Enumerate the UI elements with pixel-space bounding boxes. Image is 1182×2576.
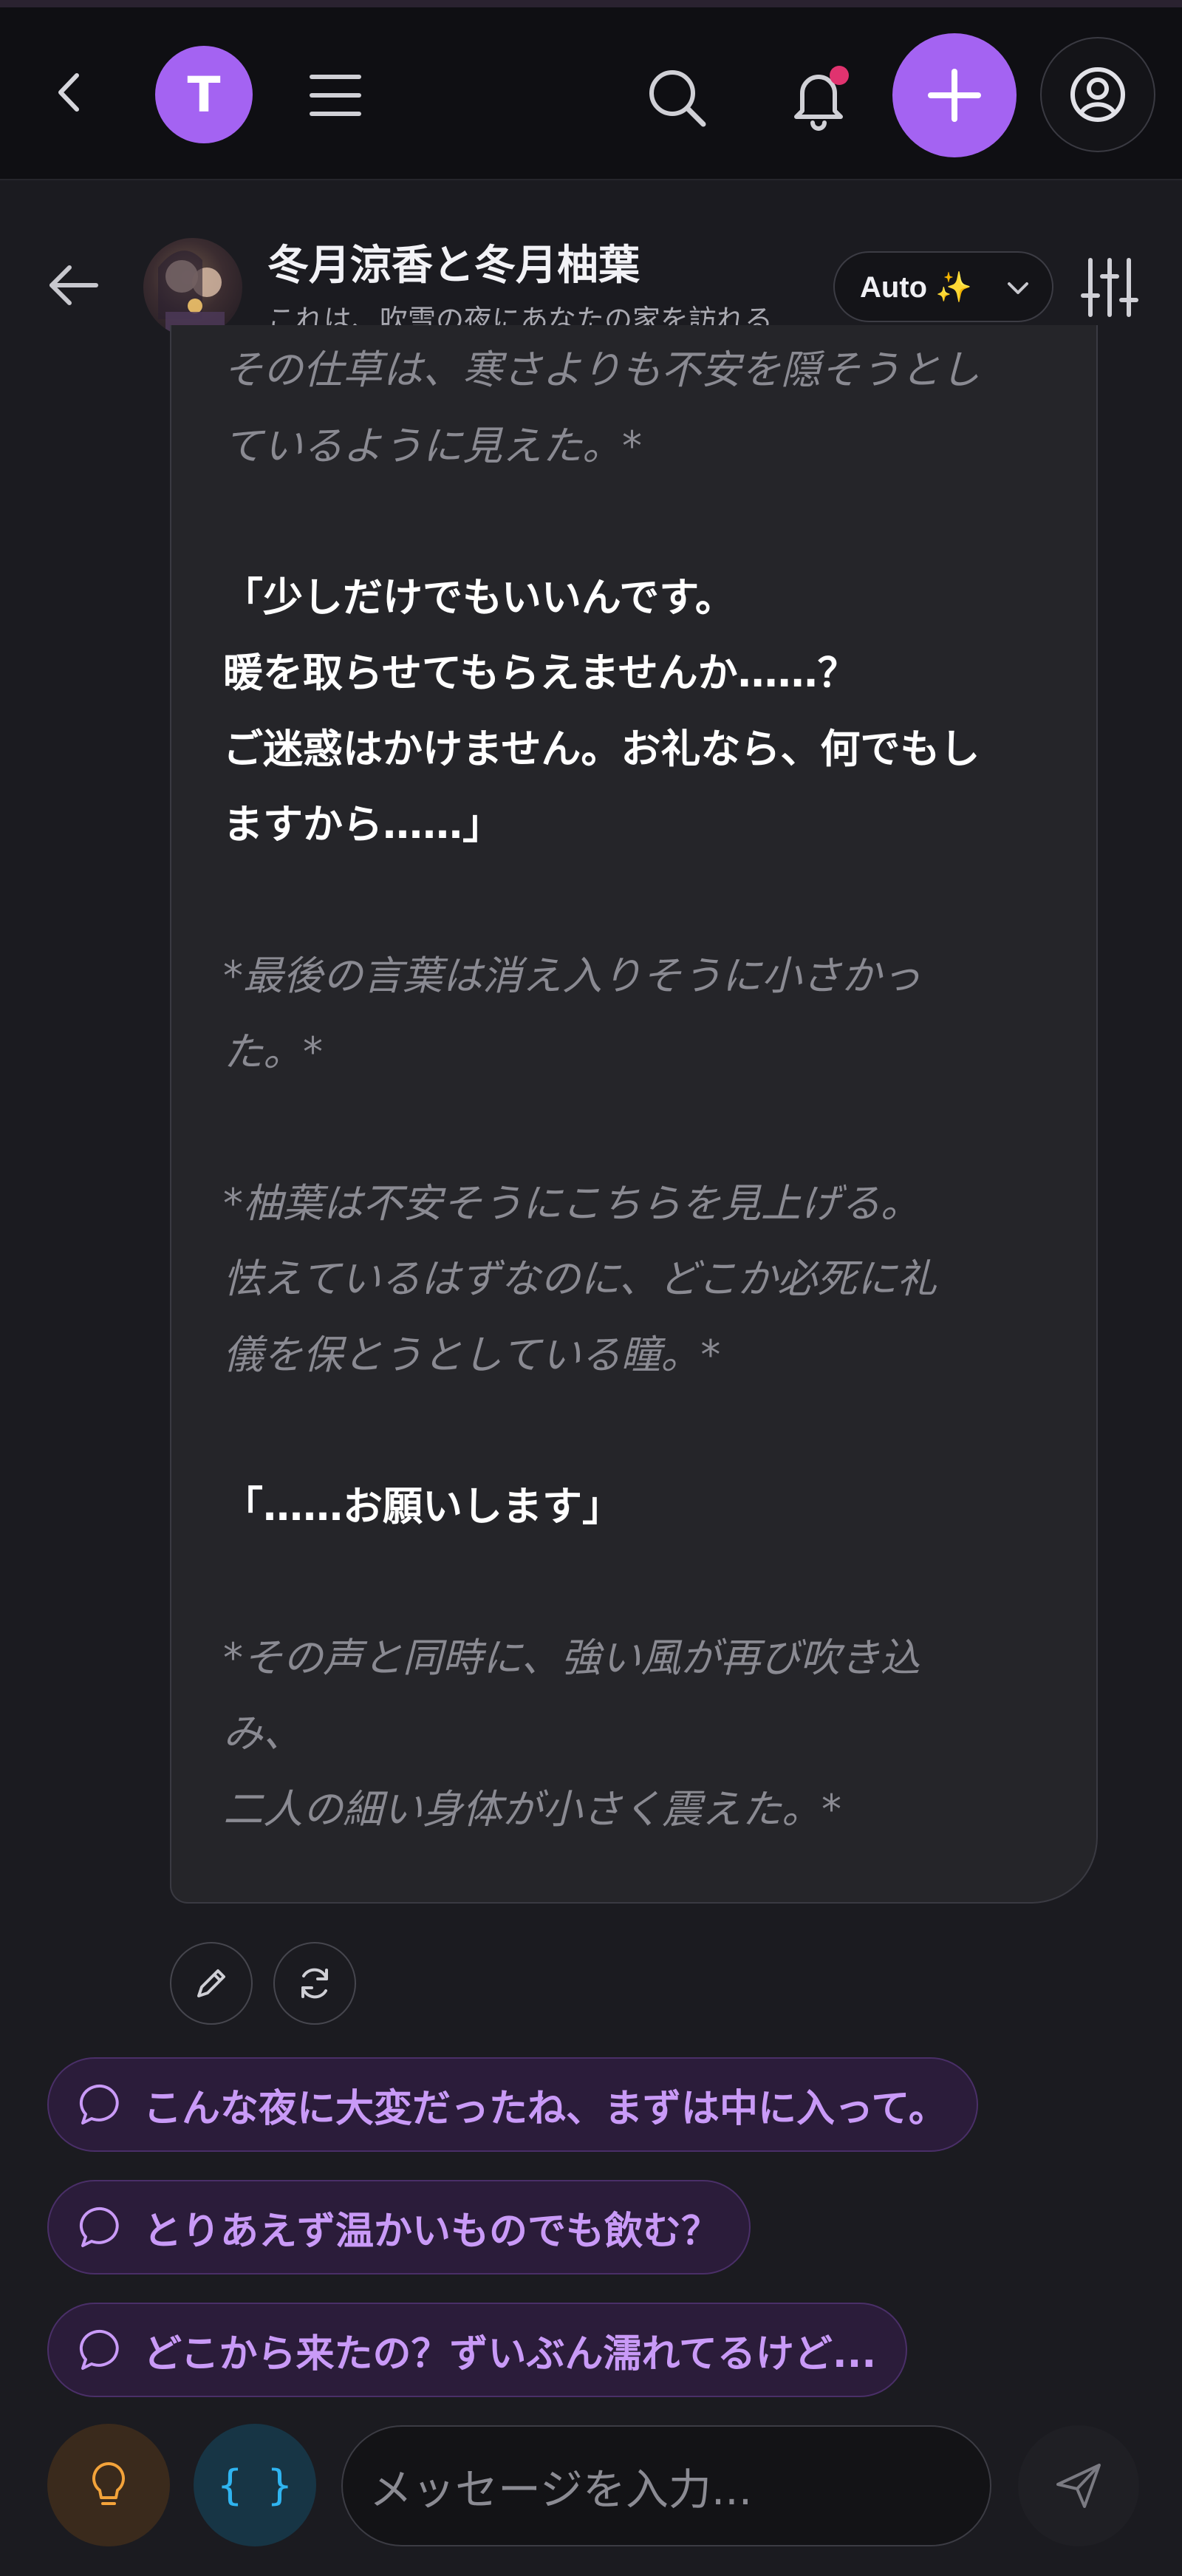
model-select-label: Auto ✨	[860, 270, 972, 304]
character-name: 冬月涼香と冬月柚葉	[267, 242, 640, 290]
message-line: 儀を保とうとしている瞳。*	[223, 1331, 721, 1378]
message-line: その仕草は、寒さよりも不安を隠そうとし	[223, 347, 980, 393]
message-line: *柚葉は不安そうにこちらを見上げる。	[223, 1179, 920, 1227]
message-input[interactable]: メッセージを入力...	[341, 2425, 991, 2546]
hint-button[interactable]	[47, 2424, 170, 2546]
notification-bell-icon[interactable]	[780, 59, 857, 136]
message-line: み、	[223, 1710, 303, 1756]
suggestion-text: どこから来たの？ずいぶん濡れてるけど...	[143, 2331, 877, 2376]
speech-bubble-icon	[79, 2084, 119, 2124]
character-avatar-image	[158, 251, 225, 337]
suggestion-chip[interactable]: とりあえず温かいものでも飲む？	[47, 2180, 751, 2275]
search-icon[interactable]	[644, 65, 711, 132]
menu-icon[interactable]	[306, 69, 365, 121]
speech-bubble-icon	[79, 2207, 119, 2247]
plus-icon	[928, 69, 981, 122]
message-line: ご迷惑はかけません。お礼なら、何でもし	[223, 725, 980, 772]
suggestion-chip[interactable]: こんな夜に大変だったね、まずは中に入って。	[47, 2057, 978, 2152]
message-line: 「……お願いします」	[223, 1482, 622, 1530]
send-button[interactable]	[1018, 2425, 1139, 2546]
back-icon[interactable]	[44, 67, 96, 118]
profile-button[interactable]	[1040, 37, 1155, 152]
regenerate-button[interactable]	[273, 1942, 356, 2025]
message-line: ますから……」	[223, 801, 502, 848]
edit-message-button[interactable]	[170, 1942, 253, 2025]
braces-icon: { }	[217, 2461, 293, 2509]
suggestion-text: こんな夜に大変だったね、まずは中に入って。	[143, 2086, 947, 2131]
assistant-message-bubble: その仕草は、寒さよりも不安を隠そうとし ているように見えた。* 「少しだけでもいいん…	[170, 325, 1098, 1904]
app-top-bar: T	[0, 7, 1182, 180]
suggestion-text: とりあえず温かいものでも飲む？	[143, 2209, 720, 2254]
message-line: 二人の細い身体が小さく震えた。*	[223, 1785, 841, 1833]
suggestion-chip[interactable]: どこから来たの？ずいぶん濡れてるけど...	[47, 2303, 908, 2397]
message-line: *その声と同時に、強い風が再び吹き込	[223, 1634, 920, 1681]
chevron-down-icon	[1008, 282, 1028, 294]
message-line: ているように見えた。*	[223, 422, 642, 469]
avatar-letter: T	[187, 66, 221, 123]
message-line: 「少しだけでもいいんです。	[223, 573, 735, 621]
back-arrow-icon[interactable]	[44, 256, 103, 315]
settings-sliders-icon[interactable]	[1080, 254, 1139, 321]
code-braces-button[interactable]: { }	[194, 2424, 316, 2546]
character-avatar[interactable]	[143, 238, 242, 337]
message-line: *最後の言葉は消え入りそうに小さかっ	[223, 953, 921, 999]
window-top-strip	[0, 0, 1182, 7]
model-select[interactable]: Auto ✨	[833, 251, 1053, 322]
user-circle-icon	[1070, 67, 1125, 122]
send-icon	[1056, 2464, 1101, 2508]
message-line: 怯えているはずなのに、どこか必死に礼	[223, 1255, 937, 1302]
new-chat-button[interactable]	[892, 33, 1017, 157]
user-avatar[interactable]: T	[155, 46, 253, 143]
lightbulb-icon	[92, 2462, 125, 2505]
message-input-placeholder: メッセージを入力...	[369, 2464, 753, 2515]
refresh-icon	[301, 1968, 328, 1999]
pencil-icon	[197, 1969, 225, 1997]
message-line: た。*	[223, 1028, 323, 1075]
message-line: 暖を取らせてもらえませんか……？	[223, 650, 858, 696]
speech-bubble-icon	[79, 2329, 119, 2370]
